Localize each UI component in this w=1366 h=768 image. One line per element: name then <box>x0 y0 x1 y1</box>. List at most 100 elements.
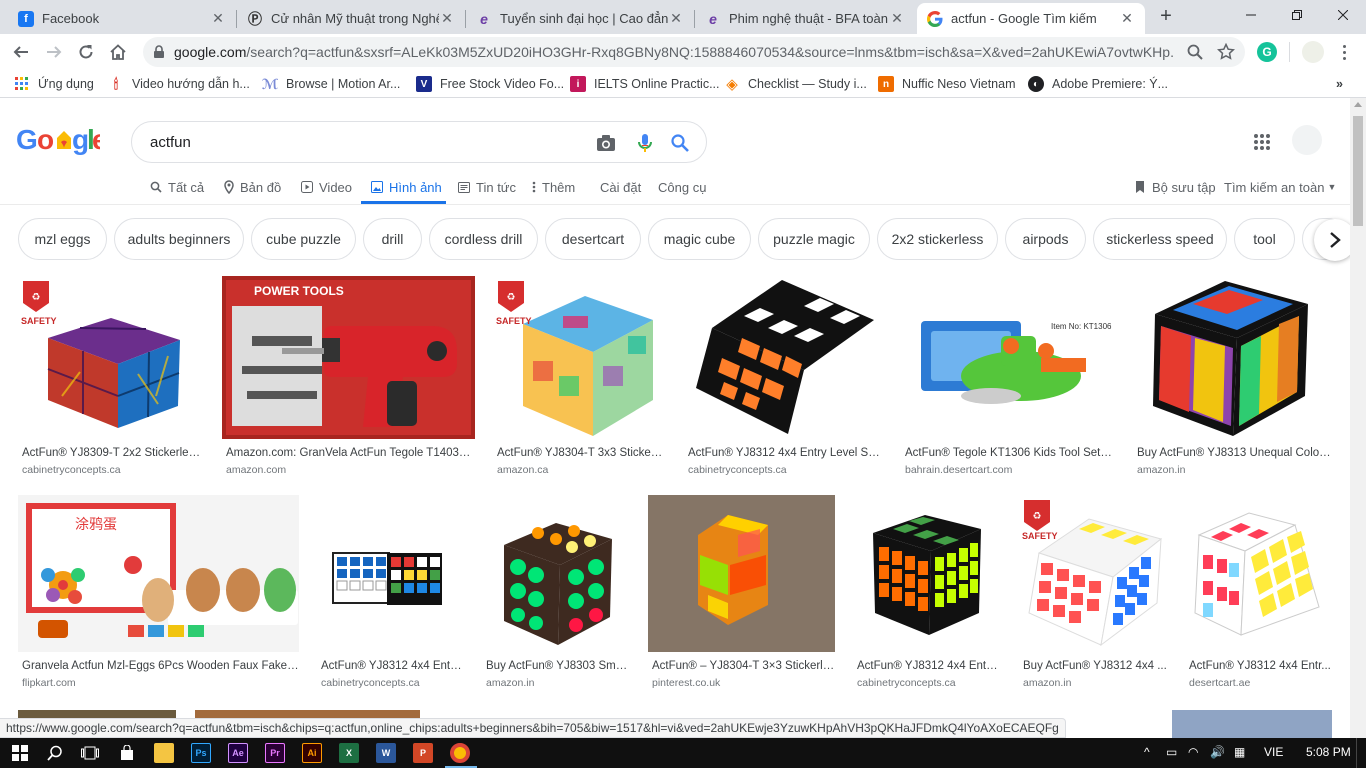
chip-puzzle-magic[interactable]: puzzle magic <box>758 218 870 260</box>
google-logo[interactable]: G o g l e <box>16 124 108 163</box>
bookmark-video-huong-dan[interactable]: 🕯 Video hướng dẫn h... <box>108 75 250 93</box>
image-result[interactable]: ActFun® – YJ8304-T 3×3 Stickerle... pint… <box>648 495 835 695</box>
scrollbar-thumb[interactable] <box>1353 116 1363 226</box>
grammarly-extension-icon[interactable]: G <box>1257 42 1277 62</box>
chip-drill[interactable]: drill <box>363 218 422 260</box>
result-source[interactable]: bahrain.desertcart.com <box>905 464 1012 476</box>
tray-app-icon[interactable]: ▭ <box>1166 745 1177 759</box>
store-icon[interactable] <box>117 743 137 763</box>
close-icon[interactable]: ✕ <box>1119 10 1135 27</box>
result-source[interactable]: cabinetryconcepts.ca <box>321 677 420 689</box>
result-title[interactable]: Buy ActFun® YJ8303 Smo... <box>486 660 630 672</box>
volume-icon[interactable]: 🔊 <box>1210 745 1225 759</box>
tab-facebook[interactable]: f Facebook ✕ <box>8 3 236 34</box>
chip-mzl-eggs[interactable]: mzl eggs <box>18 218 107 260</box>
search-icon[interactable] <box>1186 43 1204 61</box>
tab-cu-nhan[interactable]: Ⓟ Cử nhân Mỹ thuật trong Nghệ ✕ <box>237 3 465 34</box>
bookmark-apps[interactable]: Ứng dụng <box>14 75 94 93</box>
reload-button[interactable] <box>72 38 100 66</box>
tab-all[interactable]: Tất cả <box>150 175 204 199</box>
minimize-button[interactable] <box>1228 0 1274 30</box>
result-source[interactable]: cabinetryconcepts.ca <box>22 464 121 476</box>
result-thumbnail[interactable] <box>684 276 883 439</box>
illustrator-icon[interactable]: Ai <box>302 743 322 763</box>
bookmark-free-stock-video[interactable]: V Free Stock Video Fo... <box>416 75 564 93</box>
new-tab-button[interactable]: + <box>1154 5 1178 29</box>
result-title[interactable]: ActFun® – YJ8304-T 3×3 Stickerle... <box>652 660 835 672</box>
tab-video[interactable]: Video <box>301 175 352 199</box>
input-language[interactable]: VIE <box>1264 745 1283 759</box>
image-result[interactable]: ActFun® YJ8312 4x4 Entr... desertcart.ae <box>1185 495 1331 695</box>
search-icon[interactable] <box>670 133 690 153</box>
tab-phim-nghe-thuat[interactable]: e Phim nghệ thuật - BFA toàn cầ ✕ <box>695 3 915 34</box>
result-thumbnail[interactable] <box>853 495 1001 652</box>
result-title[interactable]: Buy ActFun® YJ8313 Unequal Colorf... <box>1137 447 1331 459</box>
bookmark-adobe-premiere[interactable]: ◐ Adobe Premiere: Ý... <box>1028 75 1168 93</box>
page-scrollbar[interactable] <box>1350 98 1366 738</box>
photoshop-icon[interactable]: Ps <box>191 743 211 763</box>
tab-actfun-google[interactable]: actfun - Google Tìm kiếm ✕ <box>917 3 1145 34</box>
search-input[interactable]: actfun <box>150 134 191 151</box>
result-title[interactable]: ActFun® YJ8312 4x4 Entry... <box>321 660 464 672</box>
result-title[interactable]: ActFun® YJ8312 4x4 Entr... <box>1189 660 1331 672</box>
tray-network-icon[interactable]: ▦ <box>1234 745 1245 759</box>
image-result[interactable]: ActFun® YJ8312 4x4 Entry Level Spe... ca… <box>684 276 883 476</box>
result-source[interactable]: flipkart.com <box>22 677 76 689</box>
bookmark-motion-array[interactable]: ℳ Browse | Motion Ar... <box>262 75 401 93</box>
bookmark-nuffic[interactable]: n Nuffic Neso Vietnam <box>878 75 1015 93</box>
chip-2x2-stickerless[interactable]: 2x2 stickerless <box>877 218 998 260</box>
browser-menu-button[interactable] <box>1336 40 1352 64</box>
result-source[interactable]: cabinetryconcepts.ca <box>857 677 956 689</box>
bookmarks-overflow-button[interactable]: » <box>1336 75 1343 93</box>
result-thumbnail[interactable] <box>1133 276 1331 439</box>
forward-button[interactable] <box>40 38 68 66</box>
clock[interactable]: 5:08 PM <box>1306 745 1351 759</box>
result-thumbnail[interactable]: ♻ SAFETY <box>493 276 665 439</box>
result-thumbnail[interactable]: Item No: KT1306 <box>901 276 1115 439</box>
safesearch-menu[interactable]: Tìm kiếm an toàn ▼ <box>1224 175 1336 199</box>
result-title[interactable]: Granvela Actfun Mzl-Eggs 6Pcs Wooden Fau… <box>22 660 299 672</box>
bookmark-ielts[interactable]: i IELTS Online Practic... <box>570 75 720 93</box>
word-icon[interactable]: W <box>376 743 396 763</box>
chip-cube-puzzle[interactable]: cube puzzle <box>251 218 356 260</box>
premiere-pro-icon[interactable]: Pr <box>265 743 285 763</box>
result-thumbnail[interactable]: 涂鸦蛋 3+ <box>18 495 299 652</box>
result-thumbnail[interactable] <box>648 495 835 652</box>
chrome-icon[interactable] <box>450 743 470 763</box>
close-icon[interactable]: ✕ <box>889 10 905 27</box>
bookmark-checklist[interactable]: ◈ Checklist — Study i... <box>724 75 867 93</box>
result-source[interactable]: desertcart.ae <box>1189 677 1250 689</box>
image-result[interactable]: ActFun® YJ8312 4x4 Entry... cabinetrycon… <box>317 495 464 695</box>
close-icon[interactable]: ✕ <box>210 10 226 27</box>
result-source[interactable]: amazon.ca <box>497 464 548 476</box>
result-source[interactable]: amazon.in <box>486 677 534 689</box>
tab-settings[interactable]: Cài đặt <box>600 175 641 199</box>
chip-tool[interactable]: tool <box>1234 218 1295 260</box>
result-source[interactable]: amazon.com <box>226 464 286 476</box>
back-button[interactable] <box>7 38 35 66</box>
windows-start-icon[interactable] <box>10 743 30 763</box>
address-bar[interactable]: google.com/search?q=actfun&sxsrf=ALeKk03… <box>143 37 1245 67</box>
image-result[interactable]: POWER TOOLS Amazon.com: GranVela ActFun … <box>222 276 475 476</box>
result-thumbnail[interactable] <box>317 495 464 652</box>
wifi-icon[interactable]: ◠ <box>1188 745 1198 759</box>
star-icon[interactable] <box>1217 43 1235 61</box>
tab-images[interactable]: Hình ảnh <box>371 175 442 199</box>
after-effects-icon[interactable]: Ae <box>228 743 248 763</box>
account-avatar[interactable] <box>1292 125 1322 155</box>
tab-tools[interactable]: Công cụ <box>658 175 706 199</box>
image-result[interactable]: ♻ SAFETY Buy ActFun® YJ8312 4x4 ... amaz… <box>1019 495 1167 695</box>
file-explorer-icon[interactable] <box>154 743 174 763</box>
restore-button[interactable] <box>1274 0 1320 30</box>
result-thumbnail[interactable]: POWER TOOLS <box>222 276 475 439</box>
tab-tuyen-sinh[interactable]: e Tuyển sinh đại học | Cao đẳng ✕ <box>466 3 694 34</box>
task-view-icon[interactable] <box>80 743 100 763</box>
image-result[interactable]: Buy ActFun® YJ8303 Smo... amazon.in <box>482 495 630 695</box>
chip-cordless-drill[interactable]: cordless drill <box>429 218 538 260</box>
result-title[interactable]: ActFun® Tegole KT1306 Kids Tool Set C... <box>905 447 1115 459</box>
result-source[interactable]: amazon.in <box>1137 464 1185 476</box>
image-result[interactable]: ♻ SAFETY ActFun® YJ8304-T 3x3 Stickerl..… <box>493 276 665 476</box>
chip-magic-cube[interactable]: magic cube <box>648 218 751 260</box>
microphone-icon[interactable] <box>635 133 655 153</box>
search-icon[interactable] <box>45 743 65 763</box>
